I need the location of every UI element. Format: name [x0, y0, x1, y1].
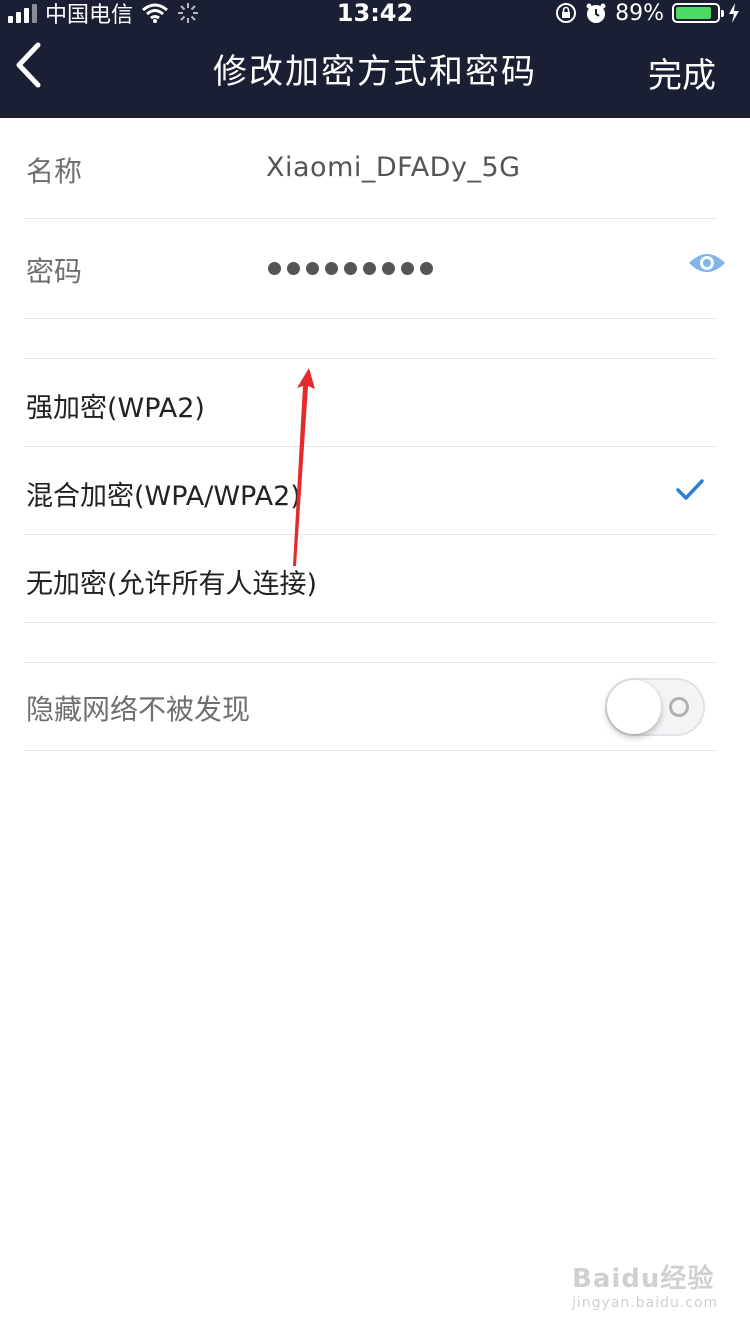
toggle-off-indicator-icon	[669, 697, 689, 717]
alarm-icon	[586, 3, 606, 23]
hide-network-label: 隐藏网络不被发现	[26, 693, 251, 726]
red-arrow-annotation	[293, 368, 315, 566]
chevron-left-icon	[16, 42, 41, 88]
option-label: 无加密(允许所有人连接)	[26, 569, 318, 600]
status-bar: 中国电信 13:42 89%	[0, 0, 750, 28]
page-title: 修改加密方式和密码	[213, 52, 537, 92]
orientation-lock-icon	[556, 3, 577, 23]
password-row: 密码	[24, 218, 725, 319]
nav-bar: 修改加密方式和密码 完成	[0, 30, 750, 110]
charging-bolt-icon	[729, 3, 739, 23]
option-label: 强加密(WPA2)	[26, 393, 205, 424]
battery-icon	[672, 3, 724, 23]
name-label: 名称	[26, 155, 83, 188]
eye-icon[interactable]	[687, 248, 727, 278]
password-field[interactable]	[268, 262, 433, 275]
checkmark-icon	[676, 479, 704, 500]
status-bar-right: 89%	[555, 0, 740, 26]
section-divider	[24, 622, 717, 663]
password-label: 密码	[26, 255, 83, 288]
battery-percent: 89%	[615, 0, 664, 26]
settings-sheet: 名称 Xiaomi_DFADy_5G 密码 强加密(WPA2) 混合加密(WPA…	[0, 118, 744, 1334]
toggle-knob[interactable]	[607, 680, 661, 734]
battery-fill	[676, 7, 712, 19]
encryption-option-none[interactable]: 无加密(允许所有人连接)	[24, 534, 717, 623]
option-label: 混合加密(WPA/WPA2)	[26, 481, 301, 512]
done-button[interactable]: 完成	[648, 48, 716, 97]
encryption-option-wpa2[interactable]: 强加密(WPA2)	[24, 358, 717, 447]
watermark-brand: Baidu经验	[572, 1264, 715, 1294]
app-header: 中国电信 13:42 89% 修改加密方式和密码 完成	[0, 0, 750, 118]
back-button[interactable]	[8, 40, 48, 90]
encryption-option-wpa-wpa2[interactable]: 混合加密(WPA/WPA2)	[24, 446, 717, 535]
name-value[interactable]: Xiaomi_DFADy_5G	[266, 152, 521, 183]
name-row: 名称 Xiaomi_DFADy_5G	[24, 118, 717, 219]
watermark-url: jingyan.baidu.com	[572, 1295, 719, 1311]
hide-network-row: 隐藏网络不被发现	[24, 662, 717, 751]
baidu-watermark: Baidu经验 jingyan.baidu.com	[572, 1258, 722, 1318]
section-divider	[24, 318, 717, 359]
hide-network-toggle[interactable]	[605, 678, 705, 736]
